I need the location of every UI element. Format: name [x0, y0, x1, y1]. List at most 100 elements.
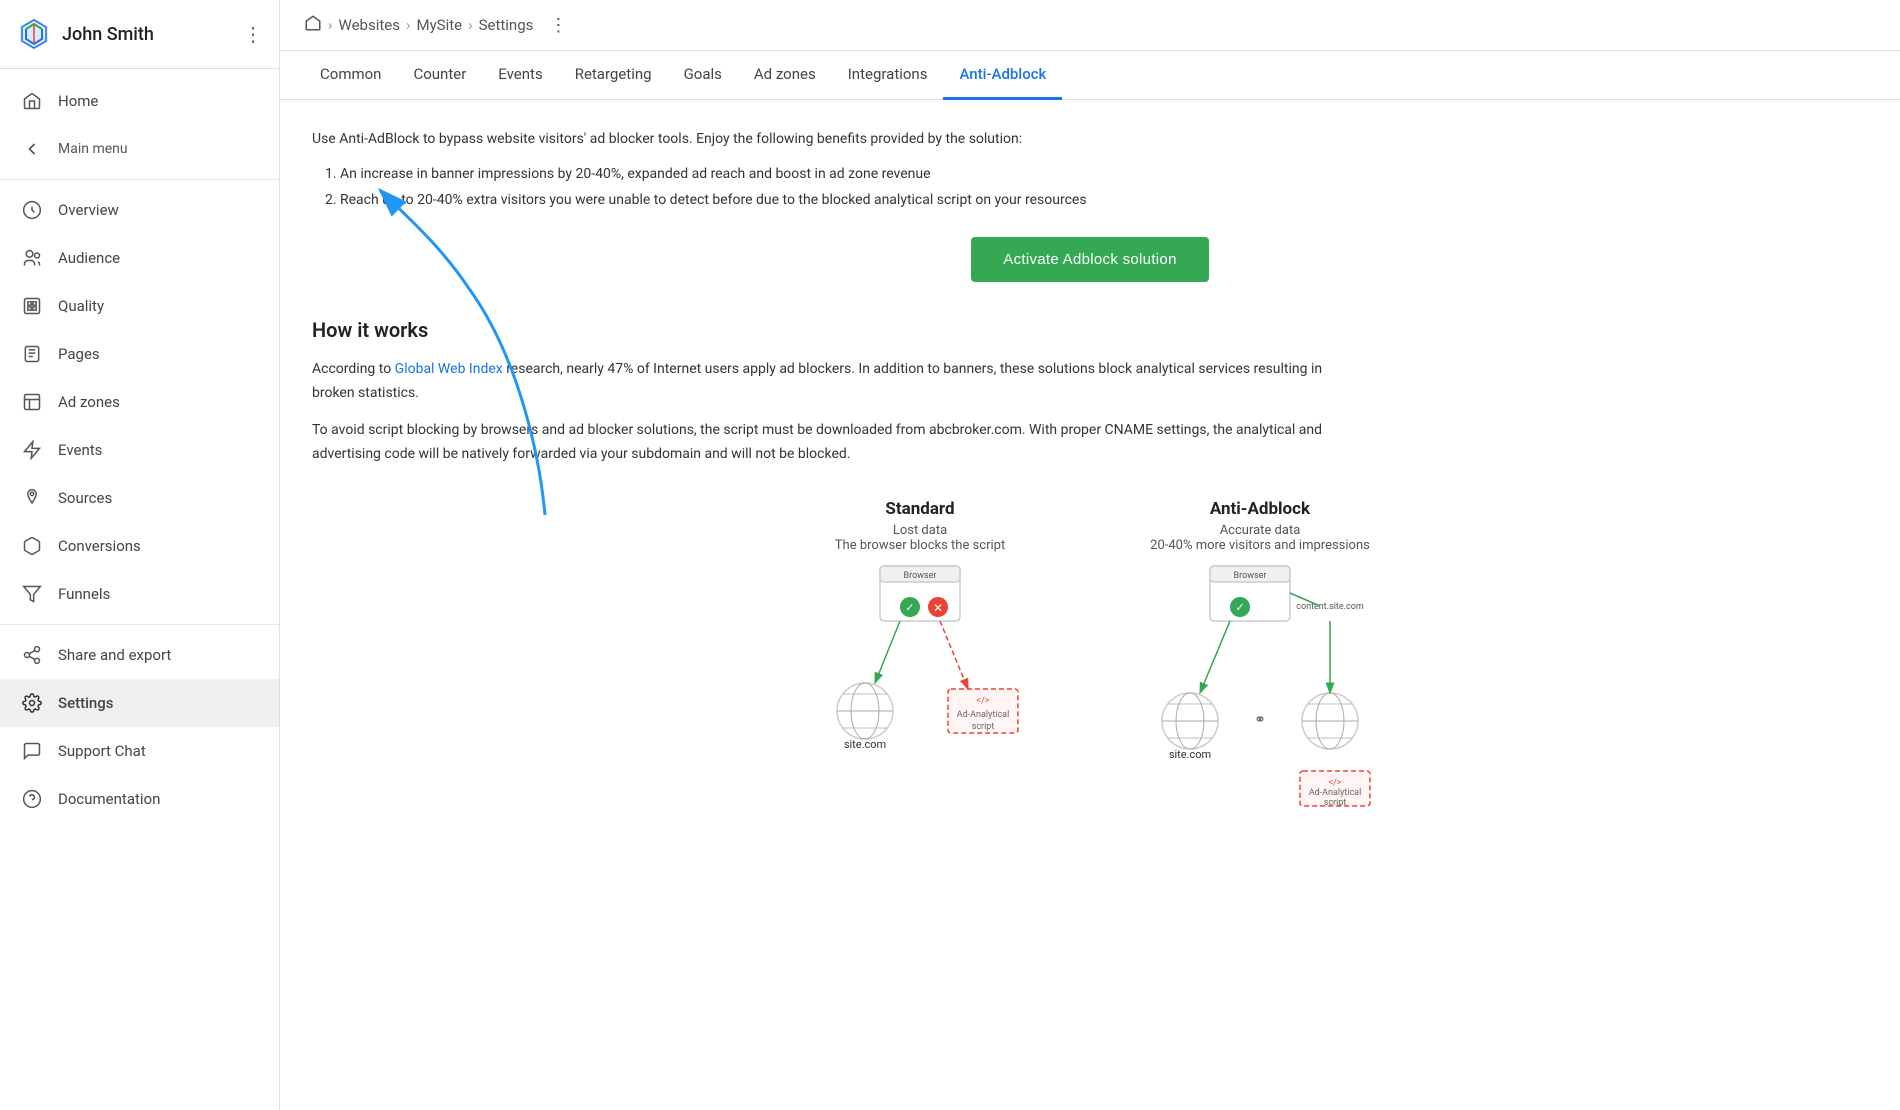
home-icon — [20, 89, 44, 113]
how-it-works-p1: According to Global Web Index research, … — [312, 358, 1362, 406]
svg-text:⚭: ⚭ — [1254, 712, 1266, 728]
activate-adblock-button[interactable]: Activate Adblock solution — [971, 237, 1208, 282]
antiadblock-diagram-svg: Browser ✓ content.site.com site.com — [1130, 561, 1390, 811]
svg-text:site.com: site.com — [1169, 748, 1211, 761]
sidebar-item-quality-label: Quality — [58, 297, 104, 315]
quality-icon — [20, 294, 44, 318]
funnels-icon — [20, 582, 44, 606]
antiadblock-subtitle: Accurate data 20-40% more visitors and i… — [1150, 523, 1370, 553]
standard-title: Standard — [885, 499, 954, 519]
tabs-bar: Common Counter Events Retargeting Goals … — [280, 51, 1900, 100]
sidebar-divider-1 — [0, 179, 279, 180]
breadcrumb-sep-1: › — [328, 16, 333, 34]
overview-icon — [20, 198, 44, 222]
sidebar-item-docs-label: Documentation — [58, 790, 160, 808]
settings-icon — [20, 691, 44, 715]
sidebar-item-pages[interactable]: Pages — [0, 330, 279, 378]
benefits-list: An increase in banner impressions by 20-… — [340, 162, 1868, 212]
breadcrumb-bar: › Websites › MySite › Settings ⋮ — [280, 0, 1900, 51]
standard-diagram-svg: Browser ✓ ✕ site.com </> — [810, 561, 1030, 761]
sidebar-item-pages-label: Pages — [58, 345, 100, 363]
docs-icon — [20, 787, 44, 811]
sidebar-item-funnels-label: Funnels — [58, 585, 110, 603]
sidebar-item-home[interactable]: Home — [0, 77, 279, 125]
intro-text: Use Anti-AdBlock to bypass website visit… — [312, 128, 1132, 150]
sidebar-item-support-label: Support Chat — [58, 742, 146, 760]
breadcrumb-more-icon[interactable]: ⋮ — [549, 15, 567, 36]
antiadblock-title: Anti-Adblock — [1210, 499, 1310, 519]
sidebar-divider-2 — [0, 624, 279, 625]
pages-icon — [20, 342, 44, 366]
tab-antiadblock[interactable]: Anti-Adblock — [943, 51, 1062, 100]
svg-text:Browser: Browser — [1234, 571, 1267, 581]
sidebar-item-audience[interactable]: Audience — [0, 234, 279, 282]
sidebar-item-conversions-label: Conversions — [58, 537, 141, 555]
breadcrumb-settings[interactable]: Settings — [479, 16, 534, 34]
sidebar-item-funnels[interactable]: Funnels — [0, 570, 279, 618]
tab-common[interactable]: Common — [304, 51, 397, 100]
sidebar: John Smith ⋮ Home Main menu Overview — [0, 0, 280, 1110]
conversions-icon — [20, 534, 44, 558]
how-it-works-title: How it works — [312, 318, 1868, 342]
svg-text:✓: ✓ — [1235, 601, 1244, 614]
sidebar-item-adzones[interactable]: Ad zones — [0, 378, 279, 426]
svg-text:Browser: Browser — [904, 571, 937, 581]
sidebar-item-sources-label: Sources — [58, 489, 112, 507]
sidebar-main-menu-label: Main menu — [58, 141, 128, 157]
svg-text:script: script — [1324, 798, 1347, 808]
sidebar-item-docs[interactable]: Documentation — [0, 775, 279, 823]
sidebar-item-sources[interactable]: Sources — [0, 474, 279, 522]
sidebar-item-conversions[interactable]: Conversions — [0, 522, 279, 570]
chevron-left-icon — [20, 137, 44, 161]
tab-integrations[interactable]: Integrations — [832, 51, 944, 100]
adzones-icon — [20, 390, 44, 414]
svg-text:Ad-Analytical: Ad-Analytical — [1309, 788, 1362, 798]
how-it-works-p2: To avoid script blocking by browsers and… — [312, 419, 1362, 467]
global-web-index-link[interactable]: Global Web Index — [395, 361, 503, 377]
sidebar-item-events[interactable]: Events — [0, 426, 279, 474]
svg-text:content.site.com: content.site.com — [1296, 602, 1364, 612]
more-icon[interactable]: ⋮ — [243, 22, 263, 46]
tab-goals[interactable]: Goals — [668, 51, 738, 100]
standard-subtitle: Lost data The browser blocks the script — [835, 523, 1005, 553]
standard-diagram: Standard Lost data The browser blocks th… — [810, 499, 1030, 811]
sidebar-item-share-label: Share and export — [58, 646, 171, 664]
p1-before: According to — [312, 361, 395, 377]
sidebar-item-adzones-label: Ad zones — [58, 393, 120, 411]
main-content: › Websites › MySite › Settings ⋮ Common … — [280, 0, 1900, 1110]
breadcrumb: › Websites › MySite › Settings ⋮ — [304, 14, 567, 36]
tab-retargeting[interactable]: Retargeting — [559, 51, 668, 100]
tab-adzones[interactable]: Ad zones — [738, 51, 832, 100]
tab-counter[interactable]: Counter — [397, 51, 482, 100]
diagram-area: Standard Lost data The browser blocks th… — [312, 499, 1868, 851]
svg-text:</>: </> — [977, 696, 990, 706]
home-breadcrumb-icon[interactable] — [304, 14, 322, 36]
svg-text:script: script — [972, 722, 995, 732]
curved-arrow — [280, 160, 575, 540]
sidebar-item-mainmenu[interactable]: Main menu — [0, 125, 279, 173]
sidebar-item-settings[interactable]: Settings — [0, 679, 279, 727]
sidebar-header: John Smith ⋮ — [0, 0, 279, 69]
breadcrumb-sep-2: › — [406, 16, 411, 34]
activate-btn-wrap: Activate Adblock solution — [312, 237, 1868, 282]
sidebar-item-support[interactable]: Support Chat — [0, 727, 279, 775]
svg-text:Ad-Analytical: Ad-Analytical — [957, 710, 1010, 720]
tab-events[interactable]: Events — [482, 51, 558, 100]
sidebar-item-overview[interactable]: Overview — [0, 186, 279, 234]
sidebar-item-events-label: Events — [58, 441, 102, 459]
sources-icon — [20, 486, 44, 510]
breadcrumb-mysite[interactable]: MySite — [416, 16, 462, 34]
sidebar-item-quality[interactable]: Quality — [0, 282, 279, 330]
brand-logo-icon — [16, 16, 52, 52]
svg-text:site.com: site.com — [844, 738, 886, 751]
breadcrumb-sep-3: › — [468, 16, 473, 34]
benefit-item-1: An increase in banner impressions by 20-… — [340, 162, 1868, 187]
svg-text:</>: </> — [1329, 778, 1342, 788]
benefit-item-2: Reach up to 20-40% extra visitors you we… — [340, 188, 1868, 213]
breadcrumb-websites[interactable]: Websites — [339, 16, 400, 34]
sidebar-item-share[interactable]: Share and export — [0, 631, 279, 679]
user-name: John Smith — [62, 24, 243, 45]
share-icon — [20, 643, 44, 667]
content-area: Use Anti-AdBlock to bypass website visit… — [280, 100, 1900, 1110]
events-icon — [20, 438, 44, 462]
